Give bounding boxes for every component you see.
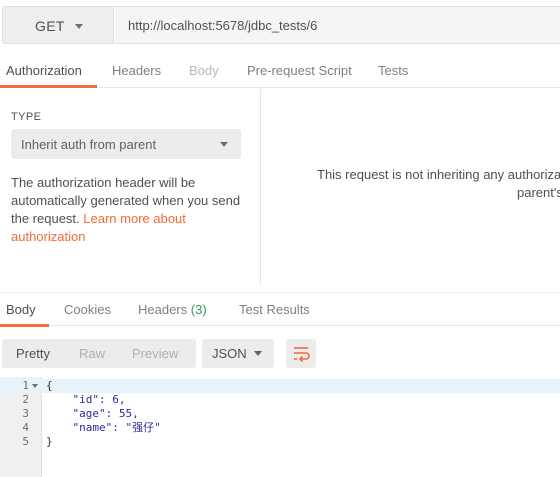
line-number: 4 (22, 421, 29, 434)
tab-body[interactable]: Body (189, 63, 219, 78)
chevron-down-icon (220, 142, 228, 147)
code-line: 5 } (0, 435, 560, 449)
response-tabs: Body Cookies Headers (3) Test Results (0, 292, 560, 327)
active-tab-indicator (0, 85, 97, 88)
view-mode-group: Pretty Raw Preview (2, 339, 196, 368)
preview-button[interactable]: Preview (132, 346, 178, 361)
method-select[interactable]: GET (2, 6, 114, 44)
code-text: "name": "强仔" (46, 421, 161, 434)
inherit-message: This request is not inheriting any autho… (317, 166, 560, 202)
line-number: 1 (22, 379, 29, 392)
code-text: "age": 55, (46, 407, 139, 420)
code-line: 4 "name": "强仔" (0, 421, 560, 435)
format-select[interactable]: JSON (202, 339, 274, 368)
format-value: JSON (212, 346, 247, 361)
response-toolbar: Pretty Raw Preview JSON (0, 339, 560, 369)
line-number: 2 (22, 393, 29, 406)
tab-tests[interactable]: Tests (378, 63, 408, 78)
tab-headers[interactable]: Headers (112, 63, 161, 78)
code-text: } (46, 435, 53, 448)
auth-type-label: TYPE (11, 111, 42, 123)
auth-type-select[interactable]: Inherit auth from parent (11, 129, 241, 159)
inherit-message-line1: This request is not inheriting any autho… (317, 167, 560, 182)
inherit-message-line2: parent's (517, 185, 560, 200)
response-body-editor[interactable]: 1 { 2 "id": 6, 3 "age": 55, 4 "name": "强… (0, 377, 560, 477)
response-headers-label: Headers (138, 302, 188, 317)
code-text: { (46, 379, 53, 392)
method-label: GET (35, 18, 65, 34)
wrap-lines-button[interactable] (286, 339, 316, 368)
line-number: 3 (22, 407, 29, 420)
pretty-button[interactable]: Pretty (16, 346, 50, 361)
tab-authorization[interactable]: Authorization (6, 63, 82, 78)
tab-response-body[interactable]: Body (6, 302, 36, 317)
code-line: 3 "age": 55, (0, 407, 560, 421)
active-response-tab-indicator (0, 324, 49, 327)
request-tabs: Authorization Headers Body Pre-request S… (0, 56, 560, 88)
chevron-down-icon (75, 24, 83, 29)
wrap-lines-icon (294, 347, 310, 363)
code-text: "id": 6, (46, 393, 126, 406)
auth-settings-panel: TYPE Inherit auth from parent The author… (0, 89, 261, 285)
url-input[interactable]: http://localhost:5678/jdbc_tests/6 (115, 6, 560, 44)
line-number: 5 (22, 435, 29, 448)
auth-description: The authorization header will be automat… (11, 174, 247, 246)
raw-button[interactable]: Raw (79, 346, 105, 361)
tab-cookies[interactable]: Cookies (64, 302, 111, 317)
code-line: 1 { (0, 379, 560, 393)
auth-type-value: Inherit auth from parent (21, 137, 157, 152)
tab-response-headers[interactable]: Headers (3) (138, 302, 207, 317)
auth-info-panel: This request is not inheriting any autho… (262, 89, 560, 285)
tab-pre-request-script[interactable]: Pre-request Script (247, 63, 352, 78)
fold-arrow-icon[interactable] (32, 384, 38, 388)
code-line: 2 "id": 6, (0, 393, 560, 407)
tab-test-results[interactable]: Test Results (239, 302, 310, 317)
request-bar: GET http://localhost:5678/jdbc_tests/6 (0, 0, 560, 48)
chevron-down-icon (254, 351, 262, 356)
headers-count-badge: (3) (190, 302, 207, 317)
url-text: http://localhost:5678/jdbc_tests/6 (128, 18, 318, 33)
